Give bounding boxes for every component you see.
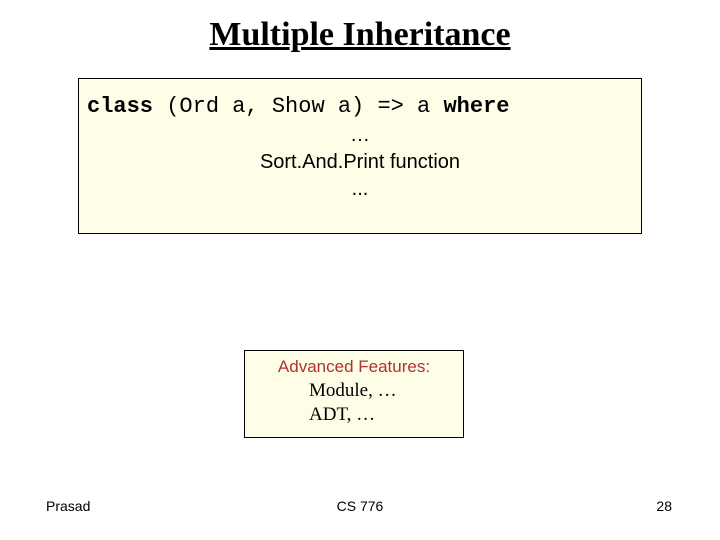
slide-title: Multiple Inheritance [0,0,720,54]
features-heading: Advanced Features: [255,357,453,377]
keyword-where: where [443,94,509,119]
features-item: Module, … [255,379,453,403]
footer-course: CS 776 [0,498,720,514]
footer-page-number: 28 [656,498,672,514]
ellipsis-line-2: ... [87,176,633,203]
features-item: ADT, … [255,403,453,427]
keyword-class: class [87,94,153,119]
ellipsis-line-1: … [87,122,633,149]
function-name-line: Sort.And.Print function [87,149,633,176]
code-box: class (Ord a, Show a) => a where … Sort.… [78,78,642,234]
features-box: Advanced Features: Module, … ADT, … [244,350,464,438]
class-declaration: class (Ord a, Show a) => a where [87,93,633,122]
class-constraint: (Ord a, Show a) => a [153,94,443,119]
